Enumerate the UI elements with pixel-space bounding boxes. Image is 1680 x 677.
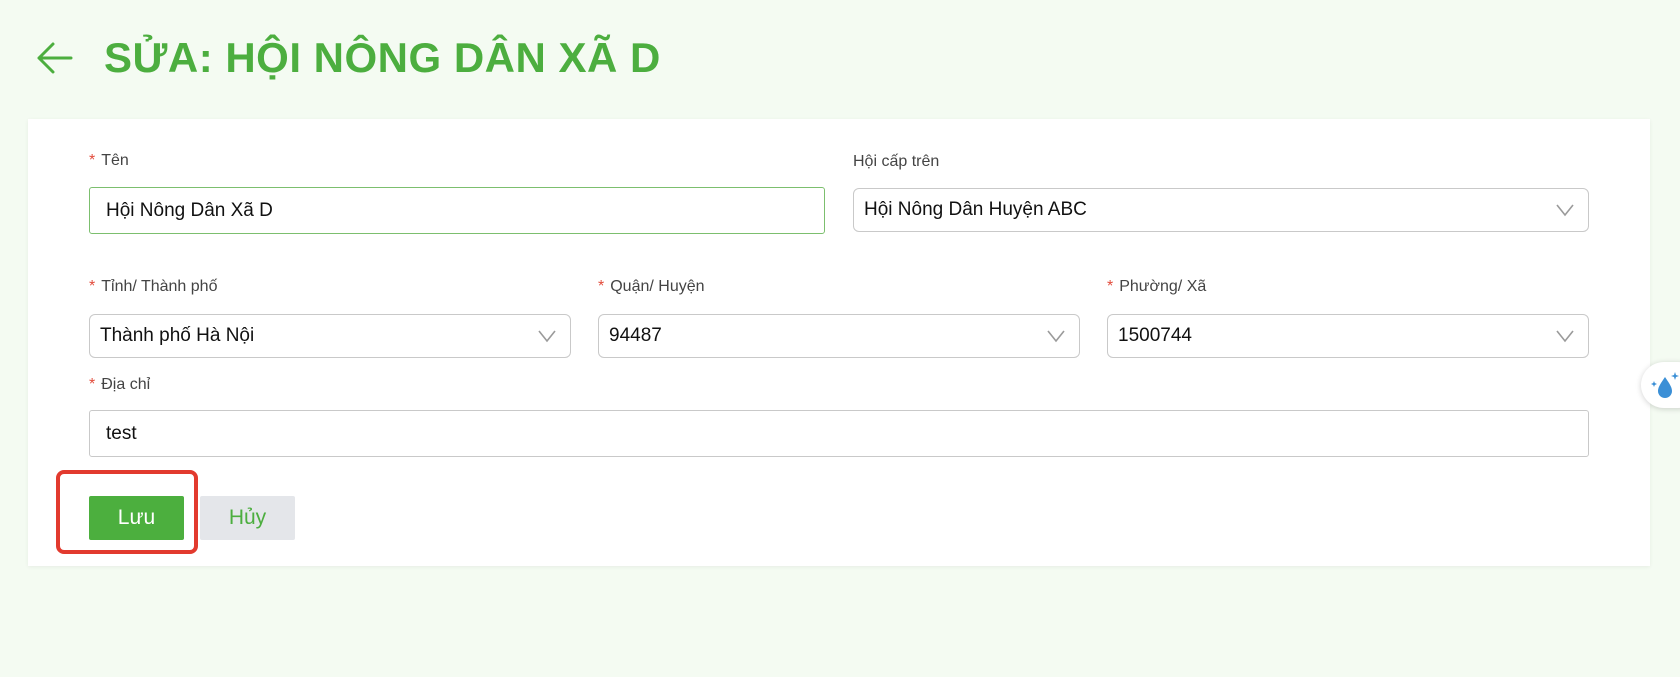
page-title: SỬA: HỘI NÔNG DÂN XÃ D	[104, 34, 661, 81]
address-input[interactable]: test	[89, 410, 1589, 457]
address-label: * Địa chỉ	[89, 376, 151, 393]
parent-association-select[interactable]: Hội Nông Dân Huyện ABC	[853, 188, 1589, 232]
cancel-button[interactable]: Hủy	[200, 496, 295, 540]
province-select[interactable]: Thành phố Hà Nội	[89, 314, 571, 358]
page-header: SỬA: HỘI NÔNG DÂN XÃ D	[34, 30, 661, 86]
district-label: * Quận/ Huyện	[598, 278, 705, 295]
chevron-down-icon	[1556, 204, 1574, 217]
edit-form-card: * Tên Hội Nông Dân Xã D Hội cấp trên Hội …	[28, 119, 1650, 566]
required-mark: *	[89, 278, 96, 295]
chevron-down-icon	[538, 330, 556, 343]
save-button[interactable]: Lưu	[89, 496, 184, 540]
chevron-down-icon	[1556, 330, 1574, 343]
ward-label: * Phường/ Xã	[1107, 278, 1207, 295]
required-mark: *	[89, 376, 96, 393]
required-mark: *	[1107, 278, 1114, 295]
required-mark: *	[89, 152, 96, 169]
district-select[interactable]: 94487	[598, 314, 1080, 358]
arrow-left-icon	[37, 42, 73, 74]
water-drop-sparkle-icon	[1651, 372, 1679, 398]
name-label: * Tên	[89, 152, 129, 169]
required-mark: *	[598, 278, 605, 295]
parent-association-label: Hội cấp trên	[853, 153, 940, 170]
name-input[interactable]: Hội Nông Dân Xã D	[89, 187, 825, 234]
chevron-down-icon	[1047, 330, 1065, 343]
back-button[interactable]	[34, 38, 74, 78]
ward-select[interactable]: 1500744	[1107, 314, 1589, 358]
province-label: * Tỉnh/ Thành phố	[89, 278, 218, 295]
floating-assistant-widget[interactable]	[1641, 362, 1680, 408]
